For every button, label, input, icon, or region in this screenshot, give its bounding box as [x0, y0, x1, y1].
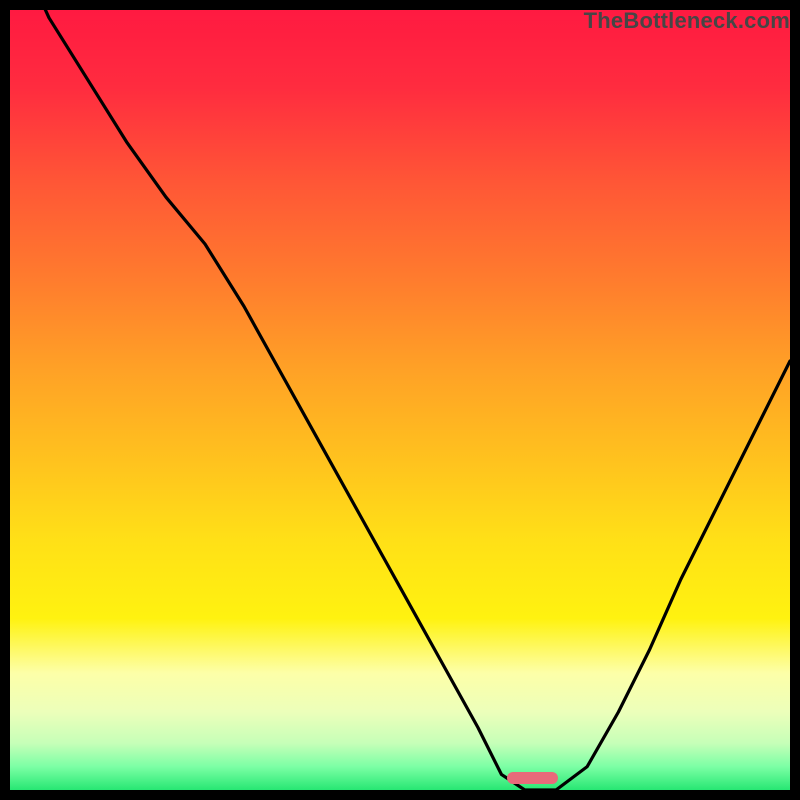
- bottleneck-curve: [10, 10, 790, 790]
- watermark-text: TheBottleneck.com: [584, 8, 790, 34]
- chart-container: TheBottleneck.com: [0, 0, 800, 800]
- curve-layer: [10, 10, 790, 790]
- optimum-marker: [507, 772, 558, 784]
- plot-area: [10, 10, 790, 790]
